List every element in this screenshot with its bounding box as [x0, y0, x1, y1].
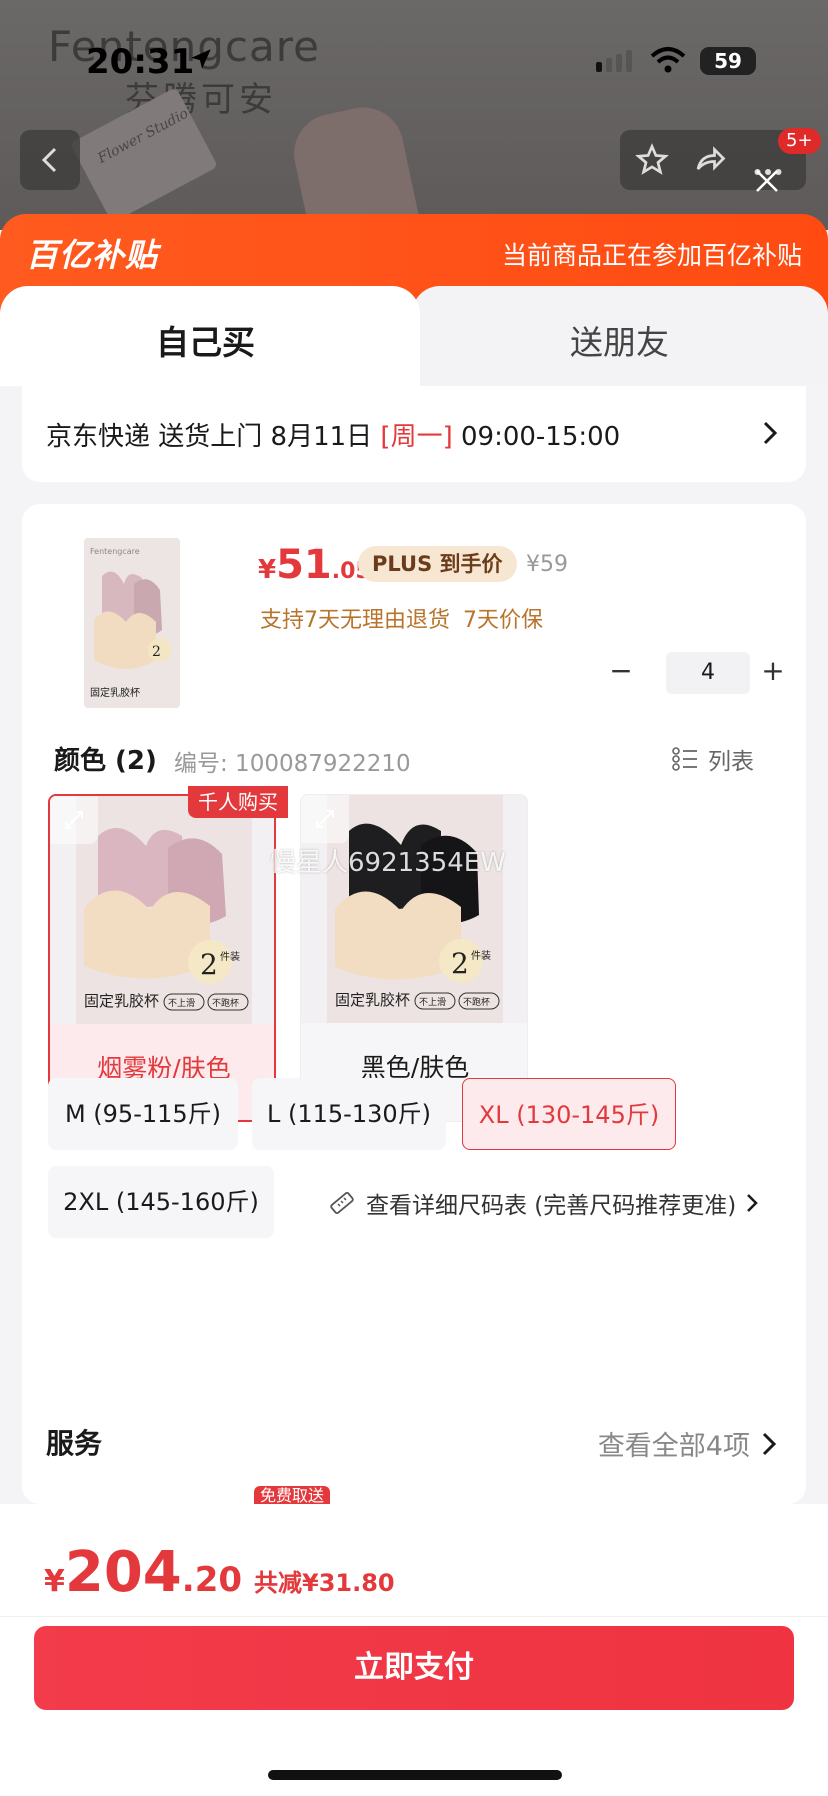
option-tag-2: 不跑杯 [212, 997, 239, 1009]
delivery-info: 京东快递 送货上门 8月11日 [周一] 09:00-15:00 [46, 416, 620, 453]
total-discount: 共减¥31.80 [254, 1569, 395, 1597]
delivery-window: 09:00-15:00 [452, 422, 621, 452]
delivery-weekday: [周一] [380, 422, 453, 452]
delivery-carrier: 京东快递 送货上门 8月11日 [46, 422, 381, 452]
tab-gift-friend[interactable]: 送朋友 [412, 286, 828, 386]
size-option-l[interactable]: L (115-130斤) [252, 1078, 446, 1150]
service-promise: 支持7天无理由退货 7天价保 [260, 608, 543, 633]
option-pack-unit: 件装 [471, 949, 491, 962]
backdrop-card-text: Flower Studio [95, 105, 192, 167]
quantity-stepper: − 4 + [606, 652, 786, 694]
quantity-increase-button[interactable]: + [758, 656, 788, 686]
sku-number: 编号: 100087922210 [174, 751, 411, 777]
location-arrow-icon [191, 49, 211, 69]
chevron-right-icon [747, 1194, 759, 1212]
star-icon[interactable] [634, 142, 670, 178]
size-guide-link[interactable]: 查看详细尺码表 (完善尺码推荐更准) [328, 1186, 759, 1220]
close-icon[interactable] [752, 166, 782, 196]
size-option-m[interactable]: M (95-115斤) [48, 1078, 238, 1150]
status-time: 20:31 [86, 42, 195, 82]
size-guide-label: 查看详细尺码表 (完善尺码推荐更准) [366, 1193, 737, 1219]
service-view-all[interactable]: 查看全部4项 [598, 1424, 776, 1463]
size-option-xl[interactable]: XL (130-145斤) [462, 1078, 676, 1150]
option-pack-number: 2 [200, 948, 218, 981]
thumb-brand: Fentengcare [90, 547, 140, 556]
tab-label: 送朋友 [570, 323, 669, 362]
thumb-pack: 2 [152, 644, 161, 660]
expand-image-button[interactable] [50, 796, 98, 844]
option-tag-1: 不上滑 [419, 997, 446, 1008]
total-price: ¥ 204 .20 共减¥31.80 [44, 1540, 395, 1605]
total-integer: 204 [64, 1540, 182, 1605]
share-icon[interactable] [692, 142, 728, 178]
total-currency: ¥ [44, 1564, 65, 1599]
option-pack-number: 2 [451, 947, 469, 980]
checkout-bar: ¥ 204 .20 共减¥31.80 立即支付 [0, 1504, 828, 1796]
product-thumbnail[interactable]: Fentengcare 2 固定乳胶杯 [84, 538, 180, 708]
total-decimal: .20 [181, 1560, 243, 1600]
divider [0, 1616, 828, 1617]
expand-icon [65, 811, 83, 829]
product-card: Fentengcare 2 固定乳胶杯 ¥ 51 .05 PLUS 到手价 ¥5… [22, 504, 806, 1506]
service-section-title: 服务 [46, 1427, 103, 1460]
unit-price: ¥ 51 .05 [258, 542, 371, 588]
product-thumbnail-image: Fentengcare 2 固定乳胶杯 [84, 538, 180, 708]
wifi-icon [650, 47, 686, 73]
expand-icon [316, 810, 334, 828]
battery-indicator: 59 [700, 47, 756, 75]
option-tag-2: 不跑杯 [463, 996, 490, 1008]
popular-tag: 千人购买 [188, 786, 288, 818]
home-indicator[interactable] [268, 1770, 562, 1780]
subsidy-logo: 百亿补贴 [26, 236, 159, 274]
chevron-right-icon [762, 1432, 776, 1455]
size-option-2xl[interactable]: 2XL (145-160斤) [48, 1166, 274, 1238]
color-option-smoke-pink[interactable]: 2 件装 固定乳胶杯 不上滑 不跑杯 烟雾粉/肤色 [48, 794, 276, 1122]
plus-price-badge: PLUS 到手价 [358, 546, 517, 582]
backdrop-product-image [286, 100, 424, 230]
pay-now-button[interactable]: 立即支付 [34, 1626, 794, 1710]
watermark-text: 慢星人6921354EW [270, 848, 506, 878]
color-section-title: 颜色 (2) [54, 746, 157, 776]
purchase-tabs: 送朋友 自己买 [0, 286, 828, 386]
tab-label: 自己买 [156, 323, 255, 362]
price-currency: ¥ [258, 555, 277, 585]
list-view-label: 列表 [708, 749, 754, 775]
delivery-row[interactable]: 京东快递 送货上门 8月11日 [周一] 09:00-15:00 [22, 386, 806, 482]
chevron-right-icon [763, 421, 778, 445]
status-bar: 20:31 59 [0, 0, 828, 110]
option-pack-unit: 件装 [220, 950, 240, 963]
service-view-all-label: 查看全部4项 [597, 1431, 750, 1462]
message-badge: 5+ [778, 128, 821, 154]
subsidy-message: 当前商品正在参加百亿补贴 [501, 241, 802, 270]
list-view-toggle[interactable]: 列表 [672, 742, 754, 776]
quantity-decrease-button[interactable]: − [606, 656, 636, 686]
tab-buy-self[interactable]: 自己买 [0, 286, 420, 386]
expand-image-button[interactable] [301, 795, 349, 843]
list-icon [672, 747, 697, 771]
option-caption: 固定乳胶杯 [84, 992, 159, 1010]
thumb-caption: 固定乳胶杯 [90, 686, 140, 699]
chevron-left-icon [41, 147, 57, 173]
price-integer: 51 [276, 542, 332, 588]
ruler-icon [330, 1192, 354, 1214]
option-tag-1: 不上滑 [168, 998, 195, 1009]
original-price: ¥59 [526, 552, 568, 577]
free-pickup-tag: 免费取送 [254, 1486, 331, 1506]
quantity-input[interactable]: 4 [666, 652, 750, 694]
back-button[interactable] [20, 130, 80, 190]
option-caption: 固定乳胶杯 [335, 991, 410, 1009]
cellular-signal-icon [596, 50, 632, 72]
